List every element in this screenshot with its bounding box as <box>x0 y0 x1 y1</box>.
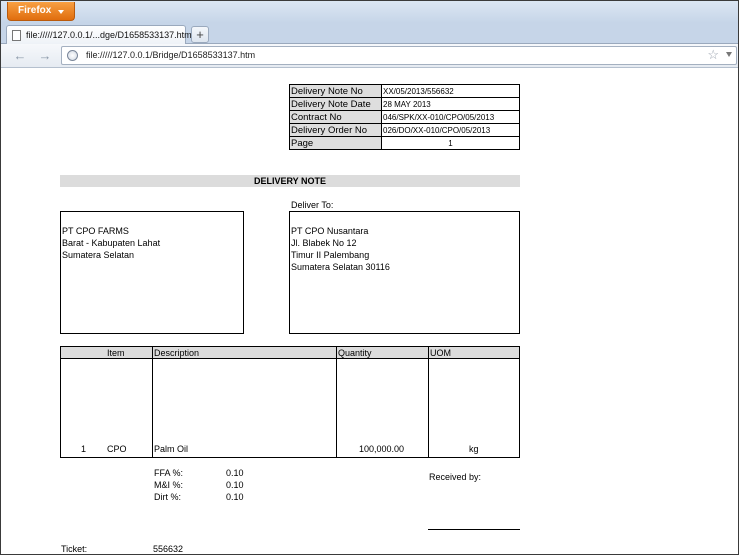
firefox-button-label: Firefox <box>18 5 52 16</box>
info-value: XX/05/2013/556632 <box>381 84 520 98</box>
info-label: Delivery Note Date <box>289 97 382 111</box>
ticket-label: Ticket: <box>61 544 88 554</box>
column-divider <box>336 347 337 457</box>
address-line: Sumatera Selatan 30116 <box>291 262 390 272</box>
tab-document[interactable]: file://///127.0.0.1/...dge/D1658533137.h… <box>6 25 192 44</box>
document-title: DELIVERY NOTE <box>60 175 520 187</box>
address-line: Barat - Kabupaten Lahat <box>62 238 161 248</box>
firefox-menu-button[interactable]: Firefox <box>7 2 75 21</box>
bookmark-star-icon[interactable]: ☆ <box>707 47 719 63</box>
title-bar: Firefox <box>1 1 738 23</box>
forward-button[interactable]: → <box>37 48 53 64</box>
url-dropdown-icon[interactable] <box>726 52 732 57</box>
tab-strip: file://///127.0.0.1/...dge/D1658533137.h… <box>1 23 738 44</box>
table-row: Contract No 046/SPK/XX-010/CPO/05/2013 <box>289 110 520 124</box>
spec-value: 0.10 <box>226 492 244 502</box>
row-quantity: 100,000.00 <box>359 444 405 454</box>
spec-value: 0.10 <box>226 480 244 490</box>
table-row: Delivery Order No 026/DO/XX-010/CPO/05/2… <box>289 123 520 137</box>
items-table: Item Description Quantity UOM 1 CPO Palm… <box>60 346 520 502</box>
page-icon <box>12 30 21 41</box>
from-address-box: PT CPO FARMS Barat - Kabupaten Lahat Sum… <box>60 211 244 334</box>
signature-line <box>428 529 520 530</box>
header-quantity: Quantity <box>338 348 372 358</box>
navigation-bar: ← → file://///127.0.0.1/Bridge/D16585331… <box>1 44 738 68</box>
spec-label: Dirt %: <box>154 492 181 502</box>
header-description: Description <box>154 348 200 358</box>
document-content: Delivery Note No XX/05/2013/556632 Deliv… <box>1 69 738 554</box>
to-address-box: PT CPO Nusantara Jl. Blabek No 12 Timur … <box>289 211 520 334</box>
row-uom: kg <box>469 444 479 454</box>
back-button[interactable]: ← <box>12 48 28 64</box>
address-line: PT CPO FARMS <box>62 226 129 236</box>
url-text[interactable]: file://///127.0.0.1/Bridge/D1658533137.h… <box>86 50 255 60</box>
info-label: Page <box>289 136 382 150</box>
row-number: 1 <box>81 444 87 454</box>
header-item: Item <box>107 348 125 358</box>
column-divider <box>152 347 153 457</box>
address-line: Timur II Palembang <box>291 250 370 260</box>
column-divider <box>428 347 429 457</box>
info-value: 1 <box>381 136 520 150</box>
deliver-to-label: Deliver To: <box>291 200 334 210</box>
info-label: Contract No <box>289 110 382 124</box>
ticket-value: 556632 <box>153 544 184 554</box>
new-tab-button[interactable]: + <box>191 26 209 43</box>
address-line: Jl. Blabek No 12 <box>291 238 357 248</box>
address-line: Sumatera Selatan <box>62 250 135 260</box>
info-value: 026/DO/XX-010/CPO/05/2013 <box>381 123 520 137</box>
table-row: Page 1 <box>289 136 520 150</box>
site-identity-icon[interactable] <box>67 50 78 61</box>
received-by-label: Received by: <box>429 472 482 482</box>
row-item: CPO <box>107 444 127 454</box>
delivery-info-table: Delivery Note No XX/05/2013/556632 Deliv… <box>289 84 520 150</box>
info-label: Delivery Note No <box>289 84 382 98</box>
info-value: 046/SPK/XX-010/CPO/05/2013 <box>381 110 520 124</box>
tab-title: file://///127.0.0.1/...dge/D1658533137.h… <box>26 30 192 40</box>
table-row: Delivery Note No XX/05/2013/556632 <box>289 84 520 98</box>
items-table-header: Item Description Quantity UOM <box>61 347 519 359</box>
info-value: 28 MAY 2013 <box>381 97 520 111</box>
info-label: Delivery Order No <box>289 123 382 137</box>
table-row: Delivery Note Date 28 MAY 2013 <box>289 97 520 111</box>
spec-label: M&I %: <box>154 480 184 490</box>
header-uom: UOM <box>430 348 451 358</box>
row-description: Palm Oil <box>154 444 189 454</box>
spec-label: FFA %: <box>154 468 184 478</box>
spec-value: 0.10 <box>226 468 244 478</box>
dropdown-arrow-icon <box>58 10 64 14</box>
address-line: PT CPO Nusantara <box>291 226 369 236</box>
url-bar[interactable]: file://///127.0.0.1/Bridge/D1658533137.h… <box>61 46 737 65</box>
